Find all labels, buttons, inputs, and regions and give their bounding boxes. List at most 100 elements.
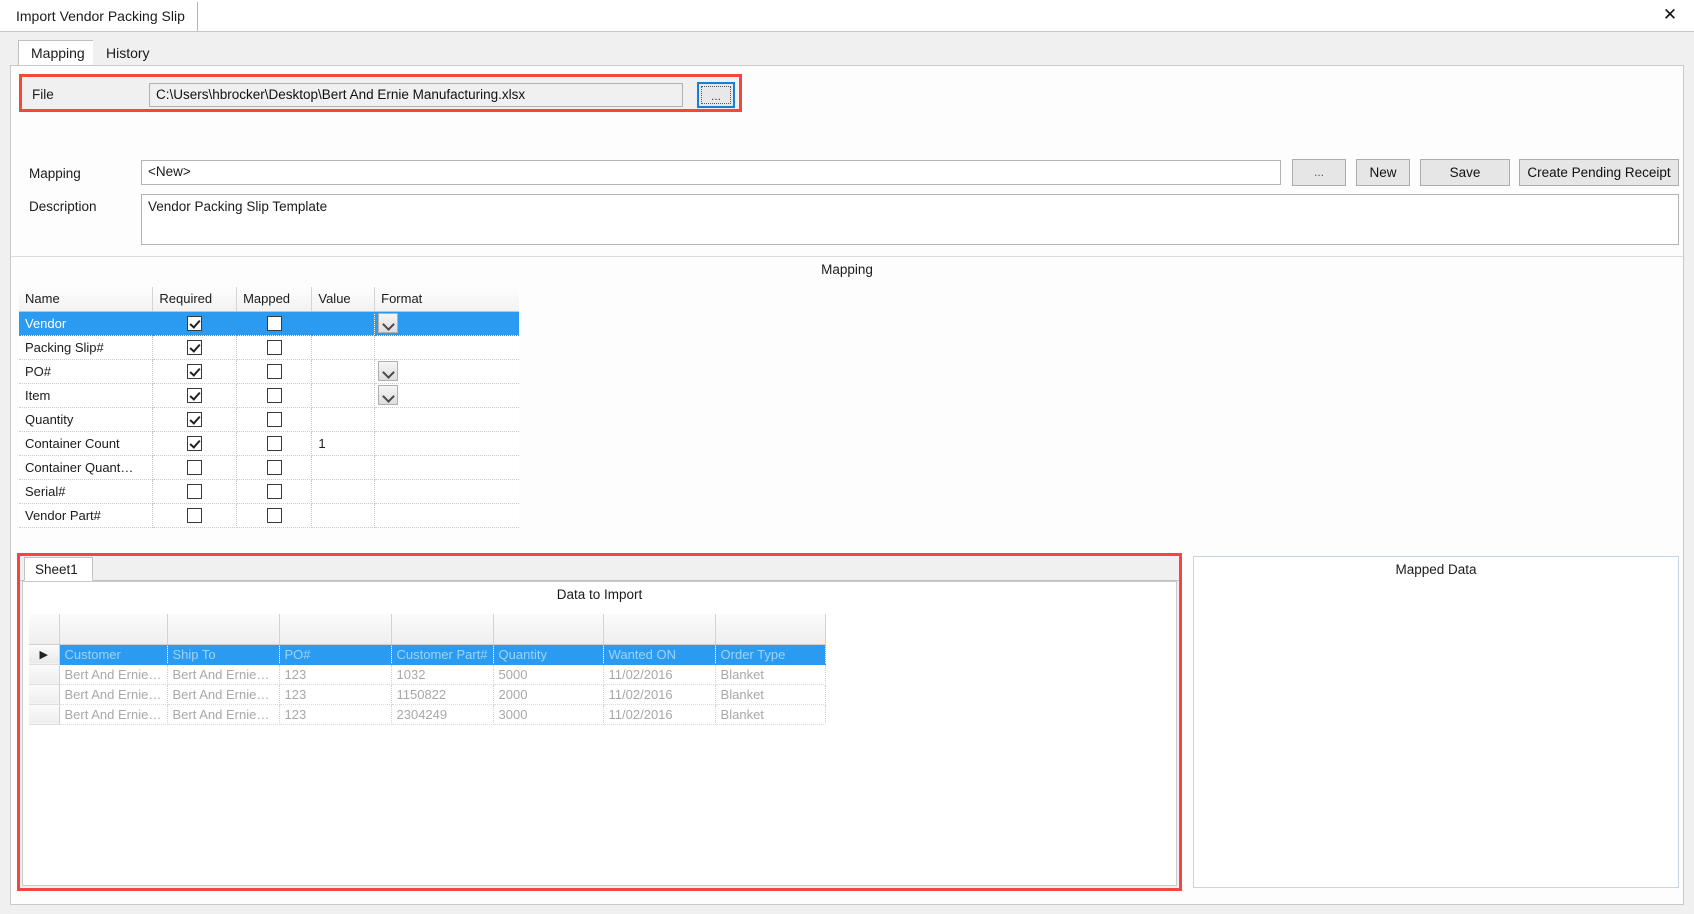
table-cell: Bert And Ernie… (167, 664, 280, 685)
mapping-page: File C:\Users\hbrocker\Desktop\Bert And … (10, 65, 1684, 905)
mapping-row-mapped-cell (236, 455, 313, 480)
description-input[interactable]: Vendor Packing Slip Template (141, 194, 1679, 245)
column-header-value[interactable]: Value (311, 287, 376, 312)
chevron-down-icon[interactable] (378, 312, 399, 333)
chevron-down-icon[interactable] (378, 384, 399, 405)
file-path-input[interactable]: C:\Users\hbrocker\Desktop\Bert And Ernie… (149, 83, 683, 107)
mapped-checkbox[interactable] (266, 388, 282, 404)
data-header-cell: Quantity (493, 644, 604, 665)
mapping-row[interactable]: Container Quant… (19, 455, 519, 480)
column-band-cell[interactable] (603, 614, 716, 645)
table-row[interactable]: Bert And Ernie… Bert And Ernie… 123 1150822… (29, 684, 826, 705)
mapping-row-value: 1 (318, 435, 326, 451)
column-band-cell[interactable] (279, 614, 392, 645)
mapped-checkbox[interactable] (266, 484, 282, 500)
mapped-checkbox[interactable] (266, 508, 282, 524)
data-header-cell: Order Type (715, 644, 826, 665)
close-icon[interactable]: ✕ (1658, 3, 1682, 27)
mapping-row[interactable]: Quantity (19, 407, 519, 432)
mapping-row-value-cell[interactable]: 1 (311, 431, 376, 456)
save-mapping-button[interactable]: Save (1420, 159, 1510, 186)
mapping-row-value-cell[interactable] (311, 335, 376, 360)
row-selector[interactable] (29, 704, 60, 725)
mapping-row-required-cell (152, 383, 238, 408)
required-checkbox[interactable] (187, 484, 203, 500)
column-header-required[interactable]: Required (152, 287, 238, 312)
mapping-row-value-cell[interactable] (311, 503, 376, 528)
mapping-row-required-cell (152, 335, 238, 360)
chevron-down-icon[interactable] (378, 360, 399, 381)
mapping-grid-body: Vendor Packing Slip# PO# Item Quantity Contai… (19, 311, 519, 528)
browse-file-button[interactable]: ... (697, 82, 735, 108)
mapped-checkbox[interactable] (266, 364, 282, 380)
browse-file-label: ... (701, 86, 731, 104)
mapped-checkbox[interactable] (266, 412, 282, 428)
column-band-cell[interactable] (59, 614, 168, 645)
mapping-row[interactable]: Container Count 1 (19, 431, 519, 456)
column-band-cell[interactable] (391, 614, 494, 645)
column-header-format[interactable]: Format (374, 287, 519, 312)
mapping-row-format[interactable] (374, 503, 519, 528)
mapping-grid-header-row: Name Required Mapped Value Format (19, 287, 519, 312)
table-cell: 11/02/2016 (603, 664, 716, 685)
mapping-row-value-cell[interactable] (311, 383, 399, 408)
mapped-checkbox[interactable] (266, 340, 282, 356)
required-checkbox[interactable] (187, 364, 203, 380)
document-tab[interactable]: Import Vendor Packing Slip (8, 2, 198, 31)
column-header-mapped[interactable]: Mapped (236, 287, 313, 312)
data-to-import-grid: ▶ Customer Ship To PO# Customer Part# Quantit… (29, 614, 826, 725)
required-checkbox[interactable] (187, 340, 203, 356)
row-marker[interactable]: ▶ (29, 644, 60, 665)
mapping-row-mapped-cell (236, 311, 313, 336)
required-checkbox[interactable] (187, 388, 203, 404)
mapping-row-value-cell[interactable] (311, 407, 376, 432)
tab-mapping[interactable]: Mapping (18, 40, 98, 66)
mapping-row[interactable]: Vendor (19, 311, 519, 336)
required-checkbox[interactable] (187, 316, 203, 332)
mapping-row[interactable]: Packing Slip# (19, 335, 519, 360)
new-mapping-button[interactable]: New (1356, 159, 1410, 186)
mapping-row[interactable]: Vendor Part# (19, 503, 519, 528)
tab-history[interactable]: History (93, 40, 163, 66)
window-content: Mapping History File C:\Users\hbrocker\D… (0, 32, 1694, 914)
tab-sheet1[interactable]: Sheet1 (24, 557, 93, 581)
table-row[interactable]: Bert And Ernie… Bert And Ernie… 123 1032 500… (29, 664, 826, 685)
column-band-cell[interactable] (715, 614, 826, 645)
data-header-row[interactable]: ▶ Customer Ship To PO# Customer Part# Quantit… (29, 644, 826, 665)
table-cell: 11/02/2016 (603, 704, 716, 725)
mapping-row-format[interactable] (374, 455, 519, 480)
mapping-row-value-cell[interactable] (311, 455, 376, 480)
row-selector[interactable] (29, 684, 60, 705)
required-checkbox[interactable] (187, 460, 203, 476)
mapped-checkbox[interactable] (266, 460, 282, 476)
create-pending-receipt-button[interactable]: Create Pending Receipt (1519, 159, 1679, 186)
table-cell: 1150822 (391, 684, 494, 705)
mapped-data-caption: Mapped Data (1395, 562, 1477, 577)
row-selector[interactable] (29, 664, 60, 685)
required-checkbox[interactable] (187, 412, 203, 428)
table-row[interactable]: Bert And Ernie… Bert And Ernie… 123 2304249… (29, 704, 826, 725)
mapping-row-value-cell[interactable] (311, 479, 376, 504)
required-checkbox[interactable] (187, 436, 203, 452)
data-header-cell: Customer Part# (391, 644, 494, 665)
required-checkbox[interactable] (187, 508, 203, 524)
mapping-row-required-cell (152, 455, 238, 480)
mapping-grid-caption: Mapping (821, 262, 873, 277)
mapping-browse-button[interactable]: ... (1292, 159, 1346, 186)
mapping-row-format[interactable] (374, 431, 519, 456)
column-band-cell[interactable] (493, 614, 604, 645)
mapped-checkbox[interactable] (266, 436, 282, 452)
mapping-row-format[interactable] (374, 407, 519, 432)
column-band-cell[interactable] (167, 614, 280, 645)
mapped-data-panel: Mapped Data (1193, 556, 1679, 888)
mapping-row[interactable]: Item (19, 383, 519, 408)
mapped-checkbox[interactable] (266, 316, 282, 332)
mapping-row[interactable]: PO# (19, 359, 519, 384)
mapping-row-format[interactable] (374, 335, 519, 360)
mapping-row-value-cell[interactable] (311, 359, 399, 384)
column-header-name[interactable]: Name (19, 287, 154, 312)
mapping-row-value-cell[interactable] (311, 311, 399, 336)
mapping-row-format[interactable] (374, 479, 519, 504)
mapping-name-input[interactable]: <New> (141, 160, 1281, 185)
mapping-row[interactable]: Serial# (19, 479, 519, 504)
